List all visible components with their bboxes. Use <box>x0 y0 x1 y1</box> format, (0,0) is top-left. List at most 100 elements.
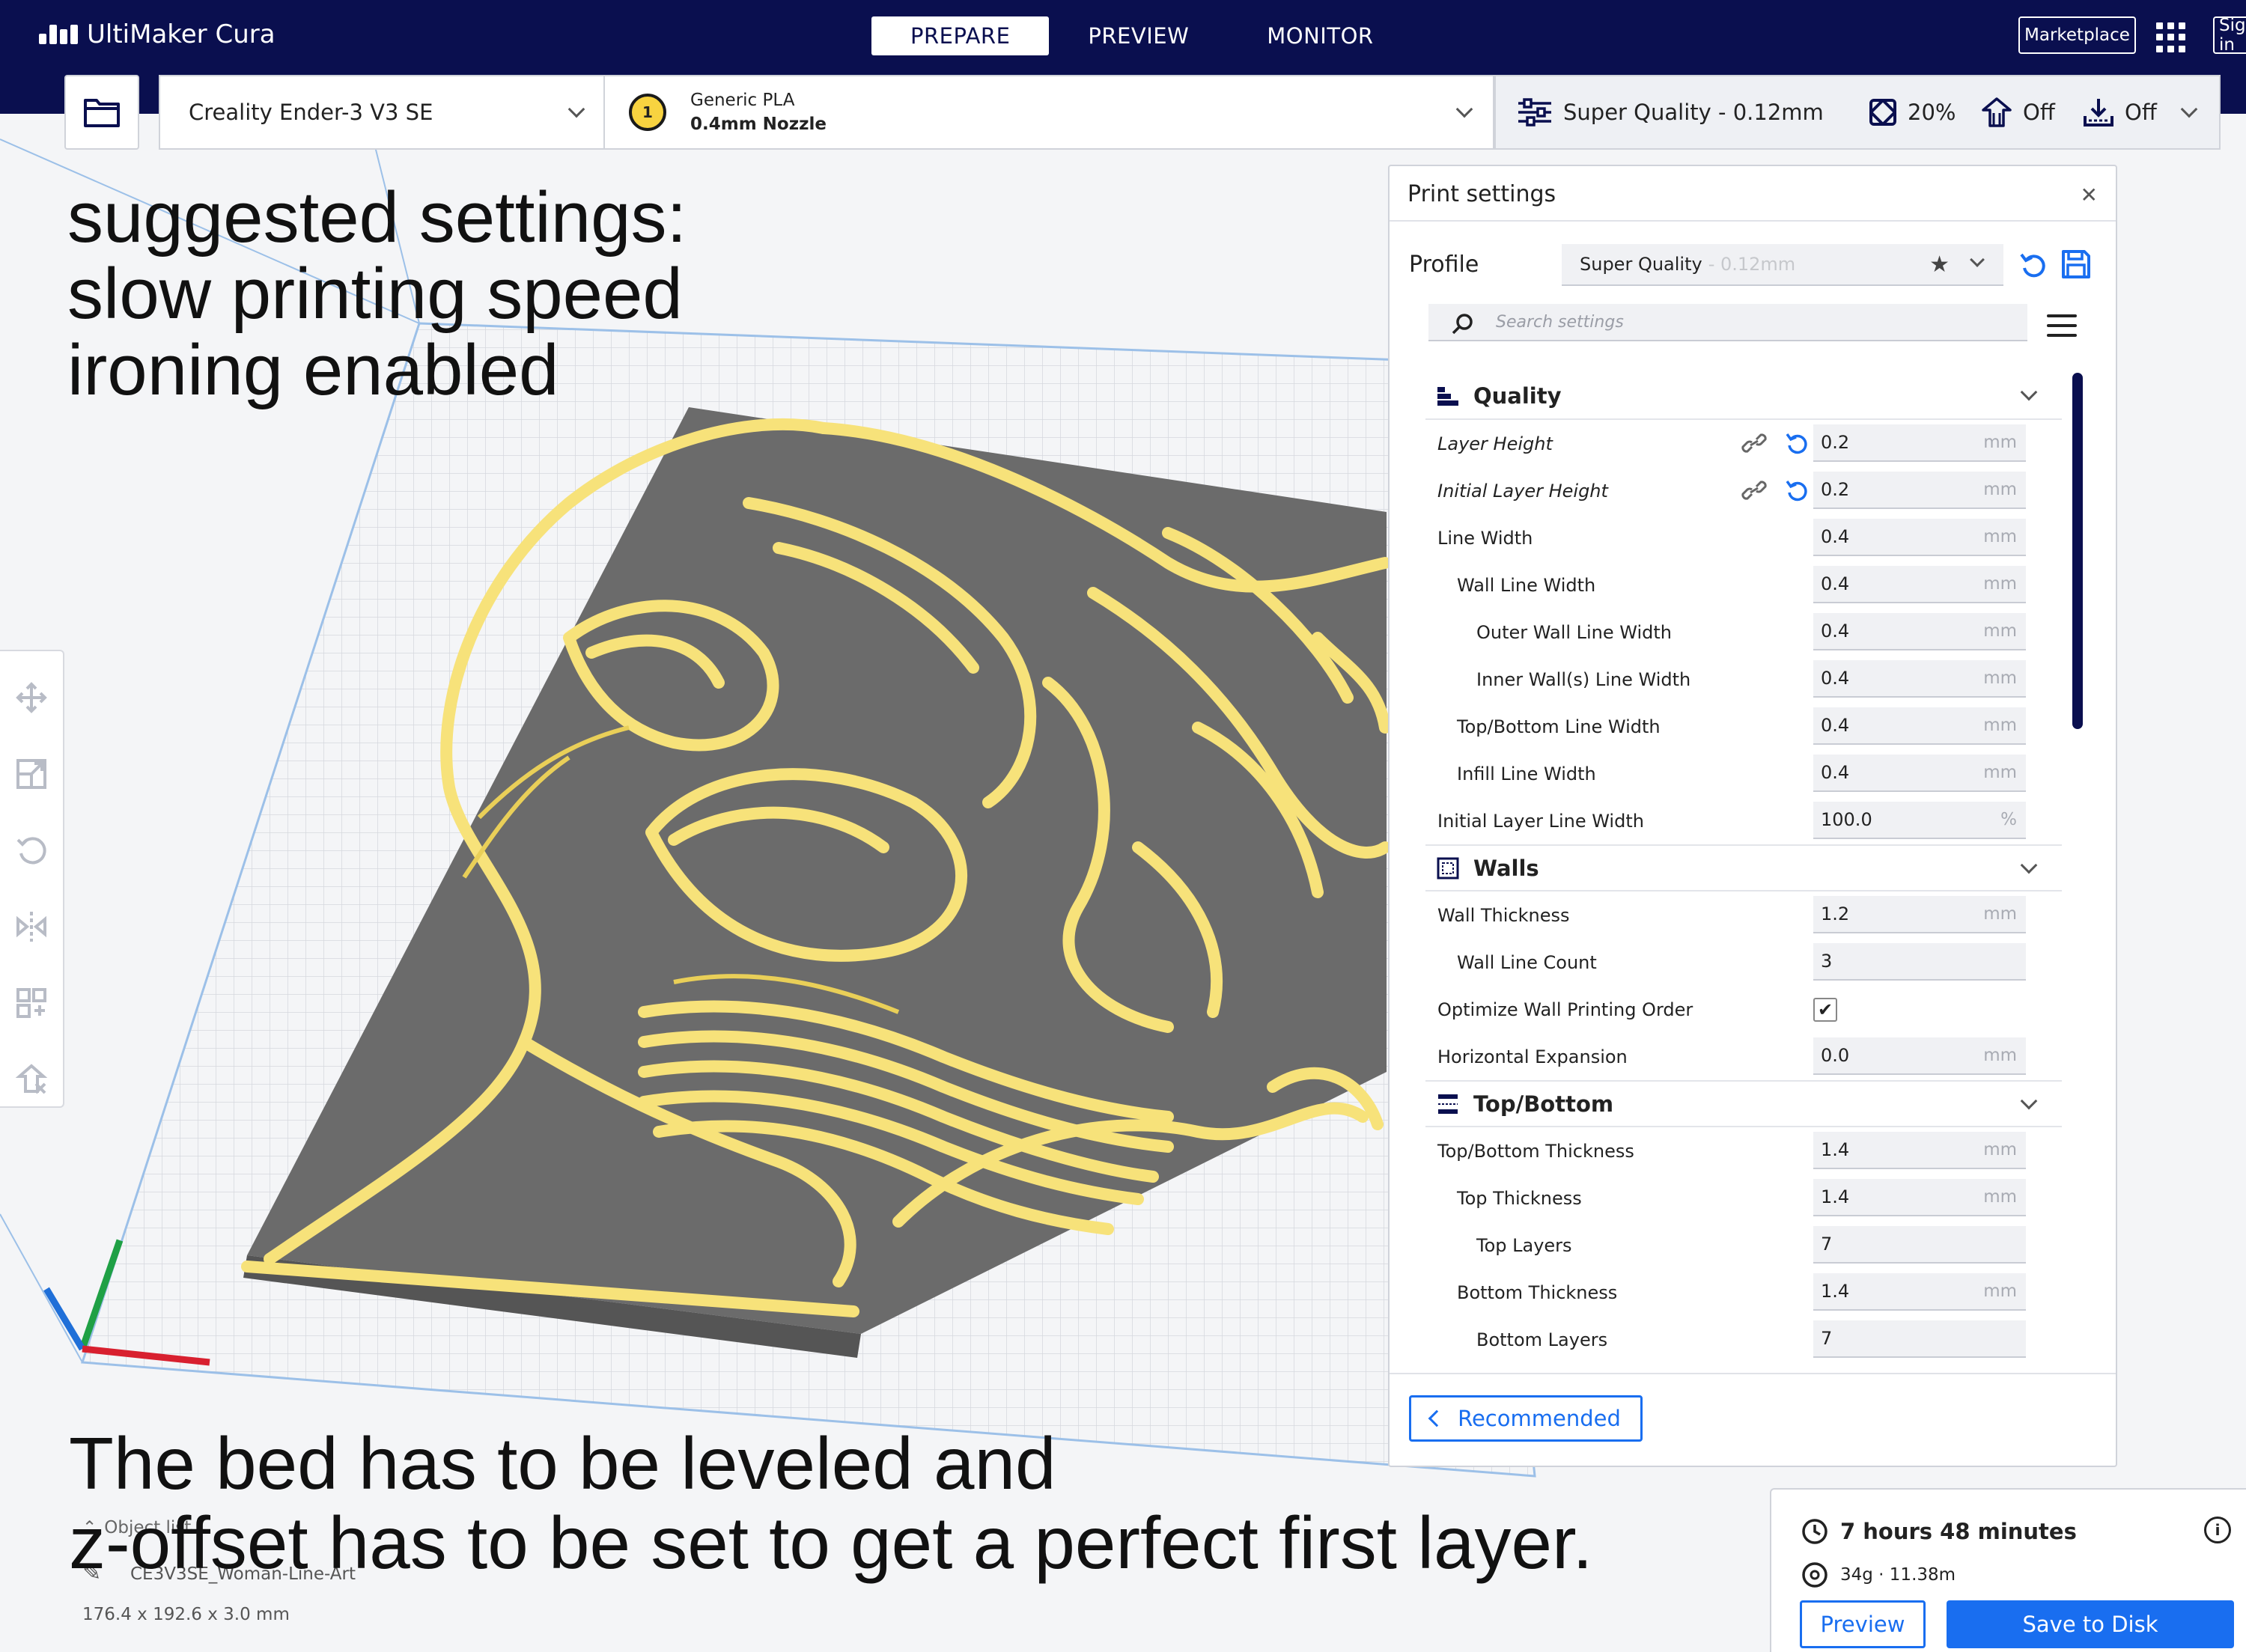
rotate-tool-icon[interactable] <box>12 831 51 870</box>
setting-input[interactable]: 1.4 mm <box>1813 1179 2026 1216</box>
open-file-button[interactable] <box>64 75 139 150</box>
setting-row: Wall Line Count 3 <box>1425 939 2062 986</box>
support-value: Off <box>2023 100 2055 125</box>
save-profile-icon[interactable] <box>2060 249 2092 280</box>
setting-input[interactable]: 1.2 mm <box>1813 896 2026 933</box>
setting-label: Wall Line Width <box>1457 575 1596 596</box>
settings-menu-icon[interactable] <box>2047 314 2077 337</box>
star-icon[interactable]: ★ <box>1929 252 1950 278</box>
category-label: Top/Bottom <box>1473 1091 1614 1117</box>
setting-input[interactable]: 100.0% <box>1813 802 2026 839</box>
setting-label: Top/Bottom Thickness <box>1437 1141 1634 1162</box>
setting-label: Optimize Wall Printing Order <box>1437 999 1693 1020</box>
apps-grid-icon[interactable] <box>2156 22 2186 52</box>
setting-input[interactable]: 7 <box>1813 1226 2026 1264</box>
extruder-badge: 1 <box>629 94 666 131</box>
reset-profile-icon[interactable] <box>2018 250 2048 280</box>
setting-input[interactable]: 7 <box>1813 1320 2026 1358</box>
mirror-tool-icon[interactable] <box>12 907 51 946</box>
per-model-settings-icon[interactable] <box>12 984 51 1022</box>
setting-label: Layer Height <box>1437 433 1553 454</box>
move-tool-icon[interactable] <box>12 678 51 717</box>
annotation-line: ironing enabled <box>67 330 559 410</box>
recommended-button[interactable]: Recommended <box>1409 1395 1643 1442</box>
setting-row: Initial Layer Line Width 100.0% <box>1425 797 2062 844</box>
top-bottom-icon <box>1434 1091 1461 1118</box>
optimize-wall-order-checkbox[interactable]: ✔ <box>1813 998 1837 1022</box>
setting-input[interactable]: 3 <box>1813 943 2026 981</box>
search-settings-input[interactable]: Search settings <box>1428 304 2027 341</box>
setting-input[interactable]: 0.2 mm <box>1813 472 2026 509</box>
info-icon[interactable]: i <box>2204 1517 2231 1543</box>
setting-input[interactable]: 0.0 mm <box>1813 1037 2026 1075</box>
setting-input[interactable]: 0.4 mm <box>1813 613 2026 650</box>
quality-icon <box>1434 382 1461 409</box>
setting-row: Initial Layer Height 0.2 mm <box>1425 467 2062 514</box>
nozzle-size: 0.4mm Nozzle <box>690 115 827 134</box>
tab-monitor[interactable]: MONITOR <box>1228 16 1412 55</box>
setting-label: Top Thickness <box>1457 1188 1582 1209</box>
chevron-down-icon <box>567 100 585 118</box>
printer-selector[interactable]: Creality Ender-3 V3 SE <box>159 75 603 150</box>
category-walls[interactable]: Walls <box>1425 844 2062 891</box>
print-time: 7 hours 48 minutes <box>1801 1518 2077 1545</box>
tab-preview[interactable]: PREVIEW <box>1049 16 1228 55</box>
setting-input[interactable]: 0.4 mm <box>1813 660 2026 698</box>
scale-tool-icon[interactable] <box>12 755 51 793</box>
setting-row: Inner Wall(s) Line Width 0.4 mm <box>1425 656 2062 703</box>
panel-title: Print settings <box>1407 181 1556 207</box>
setting-input[interactable]: 0.2 mm <box>1813 424 2026 462</box>
chevron-down-icon <box>1970 252 1985 267</box>
support-blocker-icon[interactable] <box>12 1060 51 1099</box>
setting-label: Wall Line Count <box>1457 952 1597 973</box>
setting-row: Line Width 0.4 mm <box>1425 514 2062 561</box>
setting-row: Top Layers 7 <box>1425 1222 2062 1269</box>
setting-input[interactable]: 0.4 mm <box>1813 519 2026 556</box>
profile-name: Super Quality <box>1580 254 1702 275</box>
sliders-icon <box>1518 98 1551 127</box>
link-icon[interactable] <box>1741 432 1767 454</box>
marketplace-button[interactable]: Marketplace <box>2018 16 2136 54</box>
setting-row: Layer Height 0.2 mm <box>1425 420 2062 467</box>
top-header-bar: UltiMaker Cura PREPARE PREVIEW MONITOR M… <box>0 0 2246 75</box>
material-selector[interactable]: 1 Generic PLA 0.4mm Nozzle <box>603 75 1494 150</box>
setting-row: Top/Bottom Thickness 1.4 mm <box>1425 1127 2062 1174</box>
setting-input[interactable]: 1.4 mm <box>1813 1132 2026 1169</box>
infill-icon <box>1869 99 1896 126</box>
setting-label: Top/Bottom Line Width <box>1457 716 1661 737</box>
category-top-bottom[interactable]: Top/Bottom <box>1425 1080 2062 1127</box>
clock-icon <box>1802 1519 1827 1544</box>
reset-setting-icon[interactable] <box>1785 478 1809 503</box>
chevron-left-icon <box>1428 1409 1446 1427</box>
adhesion-value: Off <box>2125 100 2157 125</box>
setting-row: Horizontal Expansion 0.0 mm <box>1425 1033 2062 1080</box>
setting-label: Wall Thickness <box>1437 905 1570 926</box>
settings-scrollbar[interactable] <box>2072 373 2083 729</box>
category-quality[interactable]: Quality <box>1425 373 2062 420</box>
setting-label: Initial Layer Line Width <box>1437 811 1644 832</box>
setting-input[interactable]: 0.4 mm <box>1813 755 2026 792</box>
sign-in-button[interactable]: Sign in <box>2213 16 2246 54</box>
setting-input[interactable]: 0.4 mm <box>1813 707 2026 745</box>
setting-label: Line Width <box>1437 528 1533 549</box>
link-icon[interactable] <box>1741 479 1767 502</box>
setting-row: Top/Bottom Line Width 0.4 mm <box>1425 703 2062 750</box>
profile-dropdown[interactable]: Super Quality - 0.12mm ★ <box>1562 244 2003 286</box>
tab-prepare[interactable]: PREPARE <box>871 16 1050 55</box>
category-label: Quality <box>1473 382 1562 409</box>
setting-input[interactable]: 1.4 mm <box>1813 1273 2026 1311</box>
annotation-line: slow printing speed <box>67 254 683 334</box>
object-dimensions: 176.4 x 192.6 x 3.0 mm <box>82 1605 290 1624</box>
preview-button[interactable]: Preview <box>1800 1600 1926 1648</box>
print-setup-selector[interactable]: Super Quality - 0.12mm 20% Off Off <box>1494 75 2221 150</box>
transform-toolbar <box>0 650 64 1108</box>
app-logo: UltiMaker Cura <box>39 19 276 49</box>
setting-input[interactable]: 0.4 mm <box>1813 566 2026 603</box>
print-estimate-panel: 7 hours 48 minutes i 34g · 11.38m Previe… <box>1770 1488 2246 1652</box>
close-icon[interactable]: ✕ <box>2081 183 2098 207</box>
chevron-down-icon <box>2020 1092 2038 1110</box>
save-to-disk-button[interactable]: Save to Disk <box>1947 1600 2234 1648</box>
profile-label: Profile <box>1409 252 1479 278</box>
app-title: UltiMaker Cura <box>87 19 276 49</box>
reset-setting-icon[interactable] <box>1785 430 1809 456</box>
